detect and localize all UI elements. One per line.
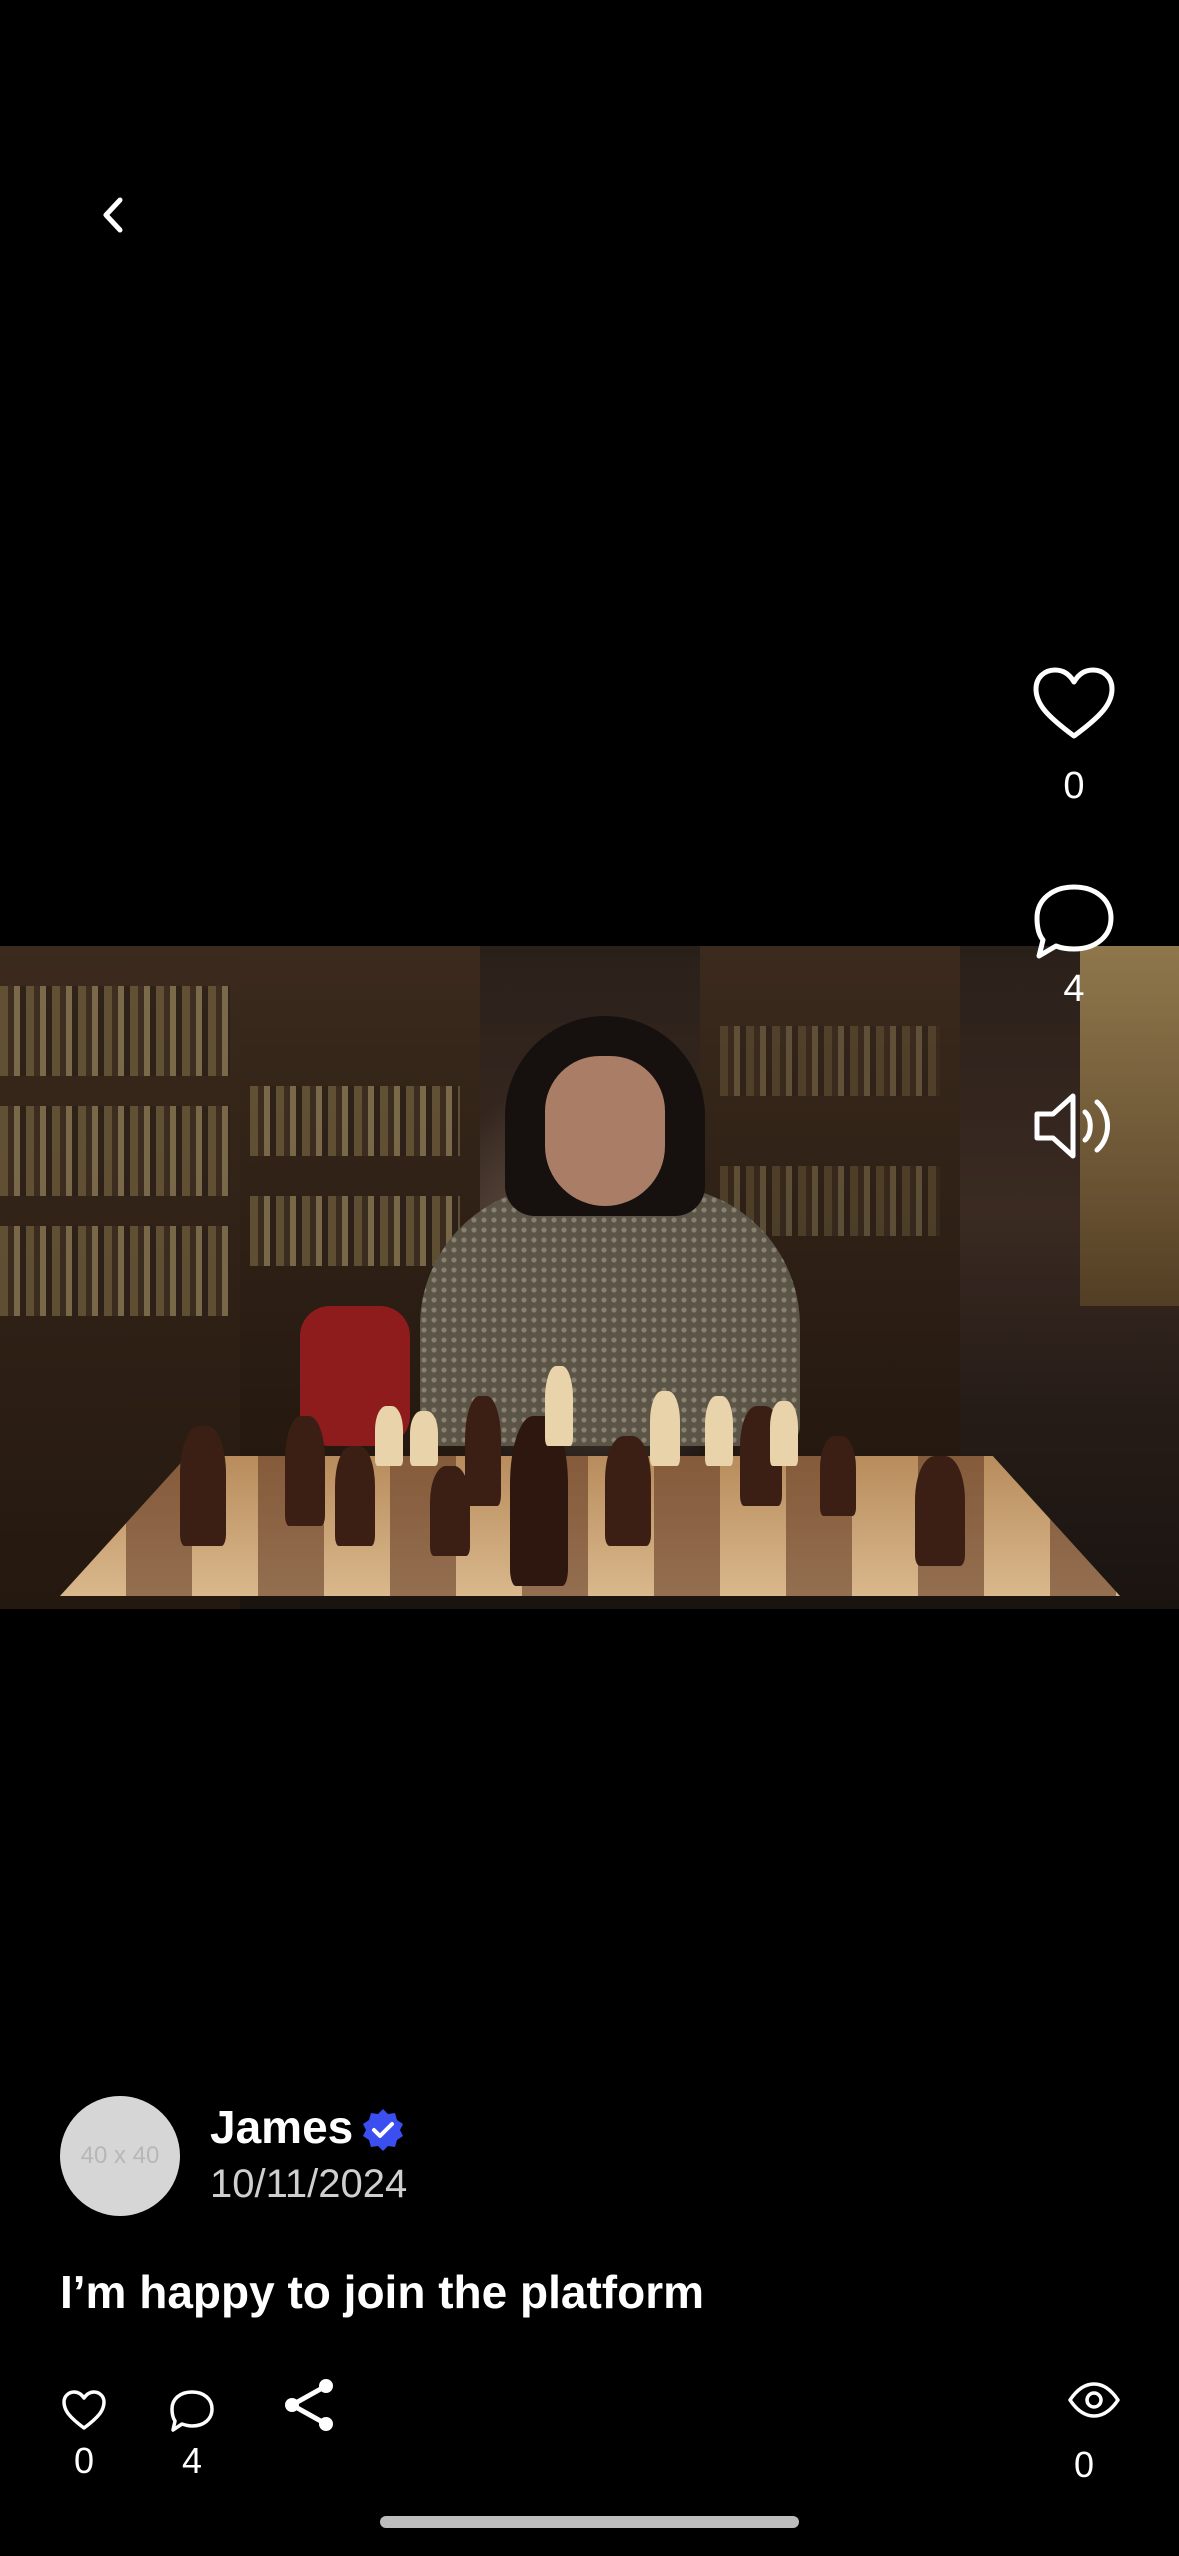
views-count: 0 (1073, 2444, 1095, 2485)
person-face (545, 1056, 665, 1206)
bottom-like-button[interactable] (60, 2388, 108, 2432)
video-player[interactable] (0, 946, 1179, 1609)
verified-badge-icon (360, 2107, 406, 2153)
books (0, 1226, 230, 1316)
sound-toggle-button[interactable] (1027, 1086, 1121, 1166)
back-button[interactable] (80, 180, 150, 250)
share-icon (285, 2379, 333, 2431)
books (0, 986, 230, 1076)
speech-bubble-icon (170, 2390, 214, 2432)
books (250, 1086, 460, 1156)
post-date: 10/11/2024 (210, 2162, 408, 2206)
books (720, 1026, 940, 1096)
comment-count: 4 (1063, 968, 1085, 1010)
author-name[interactable]: James (210, 2100, 353, 2154)
books (0, 1106, 230, 1196)
chess-piece (545, 1366, 573, 1446)
eye-icon (1068, 2382, 1120, 2418)
chess-piece (285, 1416, 325, 1526)
chess-piece (335, 1446, 375, 1546)
views-indicator (1067, 2380, 1121, 2420)
home-indicator[interactable] (380, 2516, 799, 2528)
chess-piece (770, 1401, 798, 1466)
books (250, 1196, 460, 1266)
chess-piece (650, 1391, 680, 1466)
chess-piece (430, 1466, 470, 1556)
bottom-comment-button[interactable] (168, 2388, 216, 2434)
chess-piece (705, 1396, 733, 1466)
speaker-on-icon (1034, 1093, 1110, 1159)
heart-outline-icon (62, 2390, 106, 2430)
comment-button[interactable] (1027, 880, 1121, 964)
like-button[interactable] (1027, 664, 1121, 744)
share-button[interactable] (280, 2376, 340, 2434)
chess-piece (820, 1436, 856, 1516)
chess-piece (180, 1426, 226, 1546)
chess-piece (605, 1436, 651, 1546)
post-caption: I’m happy to join the platform (60, 2266, 704, 2318)
chess-piece (915, 1456, 965, 1566)
heart-outline-icon (1033, 667, 1115, 739)
bottom-like-count: 0 (73, 2440, 95, 2481)
chevron-left-icon (103, 197, 123, 233)
bottom-comment-count: 4 (181, 2440, 203, 2481)
avatar[interactable]: 40 x 40 (60, 2096, 180, 2216)
speech-bubble-icon (1034, 884, 1114, 959)
chess-piece (410, 1411, 438, 1466)
like-count: 0 (1063, 765, 1085, 807)
avatar-placeholder-label: 40 x 40 (80, 2142, 160, 2169)
chess-piece (375, 1406, 403, 1466)
chess-piece (465, 1396, 501, 1506)
